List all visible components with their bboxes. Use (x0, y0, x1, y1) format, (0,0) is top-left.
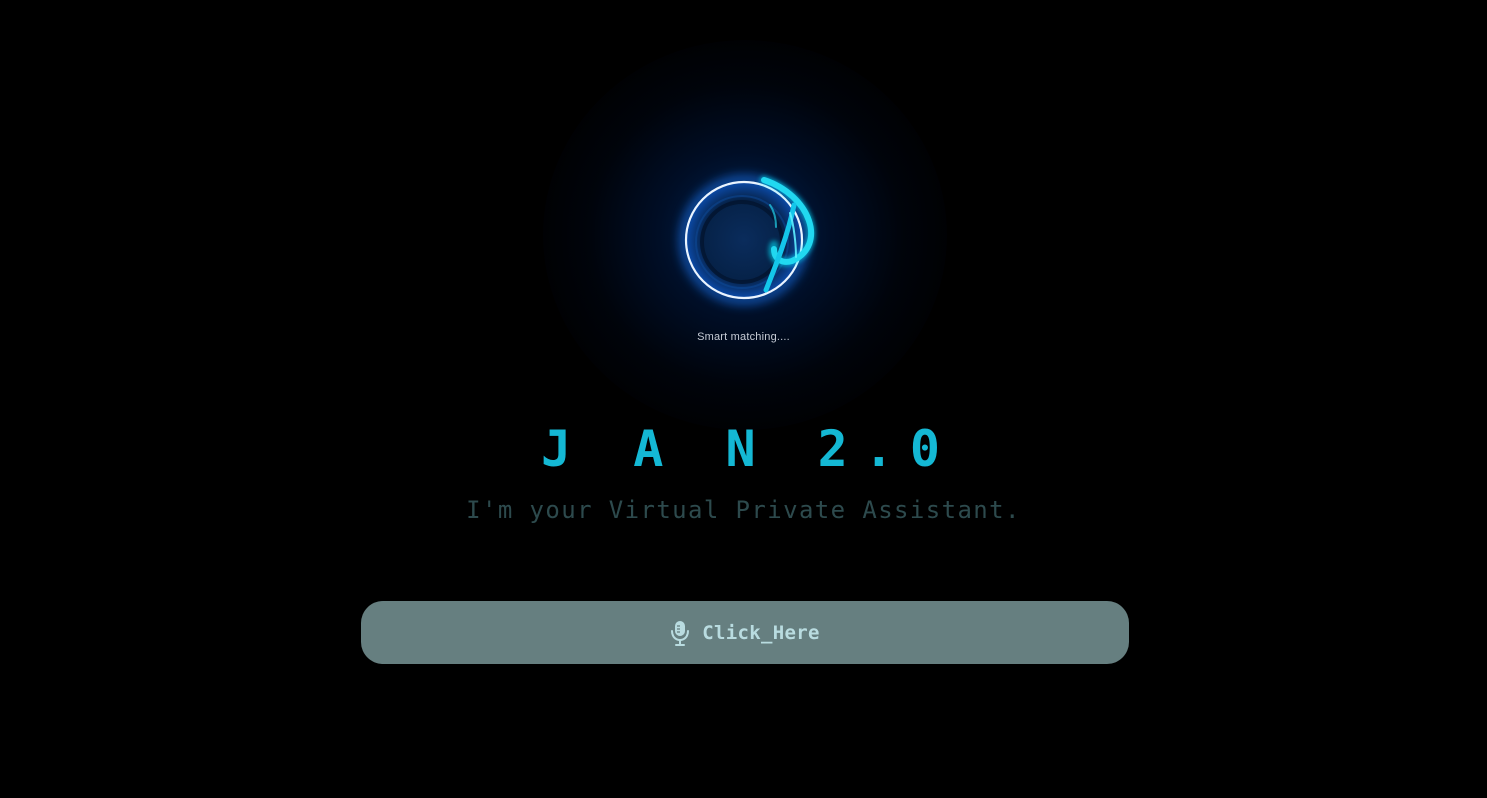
microphone-icon (670, 620, 690, 646)
status-text: Smart matching.... (697, 331, 790, 343)
app-subtitle: I'm your Virtual Private Assistant. (466, 496, 1021, 524)
click-here-label: Click_Here (702, 621, 820, 644)
app-title: J A N 2.0 (541, 420, 956, 478)
click-here-button[interactable]: Click_Here (361, 601, 1129, 664)
assistant-orb (670, 165, 830, 315)
